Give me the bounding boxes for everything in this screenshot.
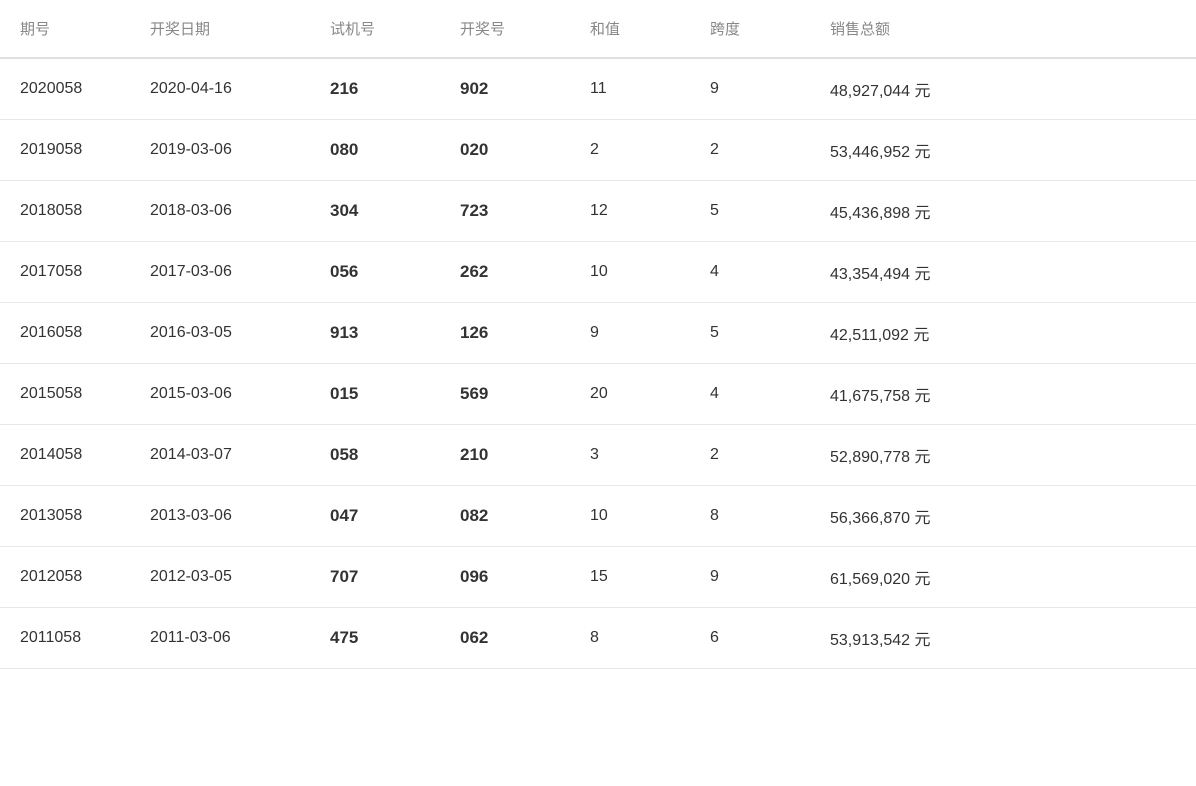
lottery-table: 期号 开奖日期 试机号 开奖号 和值 跨度 销售总额 20200582020-0…	[0, 0, 1196, 669]
cell-qihao: 2011058	[0, 608, 130, 669]
cell-hezhi: 8	[570, 608, 690, 669]
cell-date: 2013-03-06	[130, 486, 310, 547]
cell-kuadu: 4	[690, 364, 810, 425]
cell-qihao: 2015058	[0, 364, 130, 425]
cell-hezhi: 3	[570, 425, 690, 486]
cell-date: 2014-03-07	[130, 425, 310, 486]
header-kaijianghao: 开奖号	[440, 0, 570, 58]
cell-shiji: 304	[310, 181, 440, 242]
cell-kuadu: 5	[690, 181, 810, 242]
cell-xiaoshou: 53,446,952 元	[810, 120, 1196, 181]
cell-kuadu: 9	[690, 58, 810, 120]
cell-kaijianghao: 902	[440, 58, 570, 120]
cell-shiji: 475	[310, 608, 440, 669]
table-row: 20140582014-03-070582103252,890,778 元	[0, 425, 1196, 486]
cell-kaijianghao: 262	[440, 242, 570, 303]
cell-xiaoshou: 52,890,778 元	[810, 425, 1196, 486]
cell-shiji: 913	[310, 303, 440, 364]
cell-xiaoshou: 45,436,898 元	[810, 181, 1196, 242]
cell-hezhi: 10	[570, 486, 690, 547]
cell-shiji: 216	[310, 58, 440, 120]
cell-hezhi: 9	[570, 303, 690, 364]
cell-kuadu: 2	[690, 425, 810, 486]
cell-kaijianghao: 210	[440, 425, 570, 486]
cell-kuadu: 6	[690, 608, 810, 669]
header-date: 开奖日期	[130, 0, 310, 58]
cell-kuadu: 9	[690, 547, 810, 608]
table-row: 20160582016-03-059131269542,511,092 元	[0, 303, 1196, 364]
cell-qihao: 2014058	[0, 425, 130, 486]
cell-shiji: 707	[310, 547, 440, 608]
cell-kuadu: 8	[690, 486, 810, 547]
cell-date: 2015-03-06	[130, 364, 310, 425]
cell-kaijianghao: 020	[440, 120, 570, 181]
cell-date: 2016-03-05	[130, 303, 310, 364]
cell-qihao: 2020058	[0, 58, 130, 120]
header-kuadu: 跨度	[690, 0, 810, 58]
cell-xiaoshou: 48,927,044 元	[810, 58, 1196, 120]
table-header-row: 期号 开奖日期 试机号 开奖号 和值 跨度 销售总额	[0, 0, 1196, 58]
table-row: 20130582013-03-0604708210856,366,870 元	[0, 486, 1196, 547]
table-row: 20180582018-03-0630472312545,436,898 元	[0, 181, 1196, 242]
cell-shiji: 047	[310, 486, 440, 547]
cell-date: 2012-03-05	[130, 547, 310, 608]
cell-xiaoshou: 53,913,542 元	[810, 608, 1196, 669]
cell-hezhi: 11	[570, 58, 690, 120]
cell-kaijianghao: 082	[440, 486, 570, 547]
cell-kuadu: 2	[690, 120, 810, 181]
header-xiaoshou: 销售总额	[810, 0, 1196, 58]
cell-hezhi: 10	[570, 242, 690, 303]
cell-kaijianghao: 126	[440, 303, 570, 364]
cell-qihao: 2013058	[0, 486, 130, 547]
cell-date: 2018-03-06	[130, 181, 310, 242]
cell-hezhi: 15	[570, 547, 690, 608]
table-row: 20170582017-03-0605626210443,354,494 元	[0, 242, 1196, 303]
cell-xiaoshou: 56,366,870 元	[810, 486, 1196, 547]
table-row: 20120582012-03-0570709615961,569,020 元	[0, 547, 1196, 608]
cell-qihao: 2019058	[0, 120, 130, 181]
cell-kaijianghao: 723	[440, 181, 570, 242]
cell-hezhi: 12	[570, 181, 690, 242]
cell-qihao: 2018058	[0, 181, 130, 242]
header-hezhi: 和值	[570, 0, 690, 58]
cell-qihao: 2012058	[0, 547, 130, 608]
cell-shiji: 015	[310, 364, 440, 425]
cell-qihao: 2017058	[0, 242, 130, 303]
header-qihao: 期号	[0, 0, 130, 58]
cell-date: 2020-04-16	[130, 58, 310, 120]
cell-date: 2019-03-06	[130, 120, 310, 181]
table-row: 20200582020-04-1621690211948,927,044 元	[0, 58, 1196, 120]
cell-shiji: 058	[310, 425, 440, 486]
cell-kaijianghao: 096	[440, 547, 570, 608]
cell-hezhi: 20	[570, 364, 690, 425]
cell-shiji: 080	[310, 120, 440, 181]
cell-kaijianghao: 062	[440, 608, 570, 669]
table-row: 20150582015-03-0601556920441,675,758 元	[0, 364, 1196, 425]
table-row: 20190582019-03-060800202253,446,952 元	[0, 120, 1196, 181]
header-shiji: 试机号	[310, 0, 440, 58]
cell-kuadu: 4	[690, 242, 810, 303]
cell-xiaoshou: 61,569,020 元	[810, 547, 1196, 608]
cell-hezhi: 2	[570, 120, 690, 181]
cell-xiaoshou: 41,675,758 元	[810, 364, 1196, 425]
cell-xiaoshou: 42,511,092 元	[810, 303, 1196, 364]
cell-xiaoshou: 43,354,494 元	[810, 242, 1196, 303]
cell-qihao: 2016058	[0, 303, 130, 364]
cell-date: 2017-03-06	[130, 242, 310, 303]
cell-shiji: 056	[310, 242, 440, 303]
cell-kaijianghao: 569	[440, 364, 570, 425]
cell-date: 2011-03-06	[130, 608, 310, 669]
table-row: 20110582011-03-064750628653,913,542 元	[0, 608, 1196, 669]
cell-kuadu: 5	[690, 303, 810, 364]
